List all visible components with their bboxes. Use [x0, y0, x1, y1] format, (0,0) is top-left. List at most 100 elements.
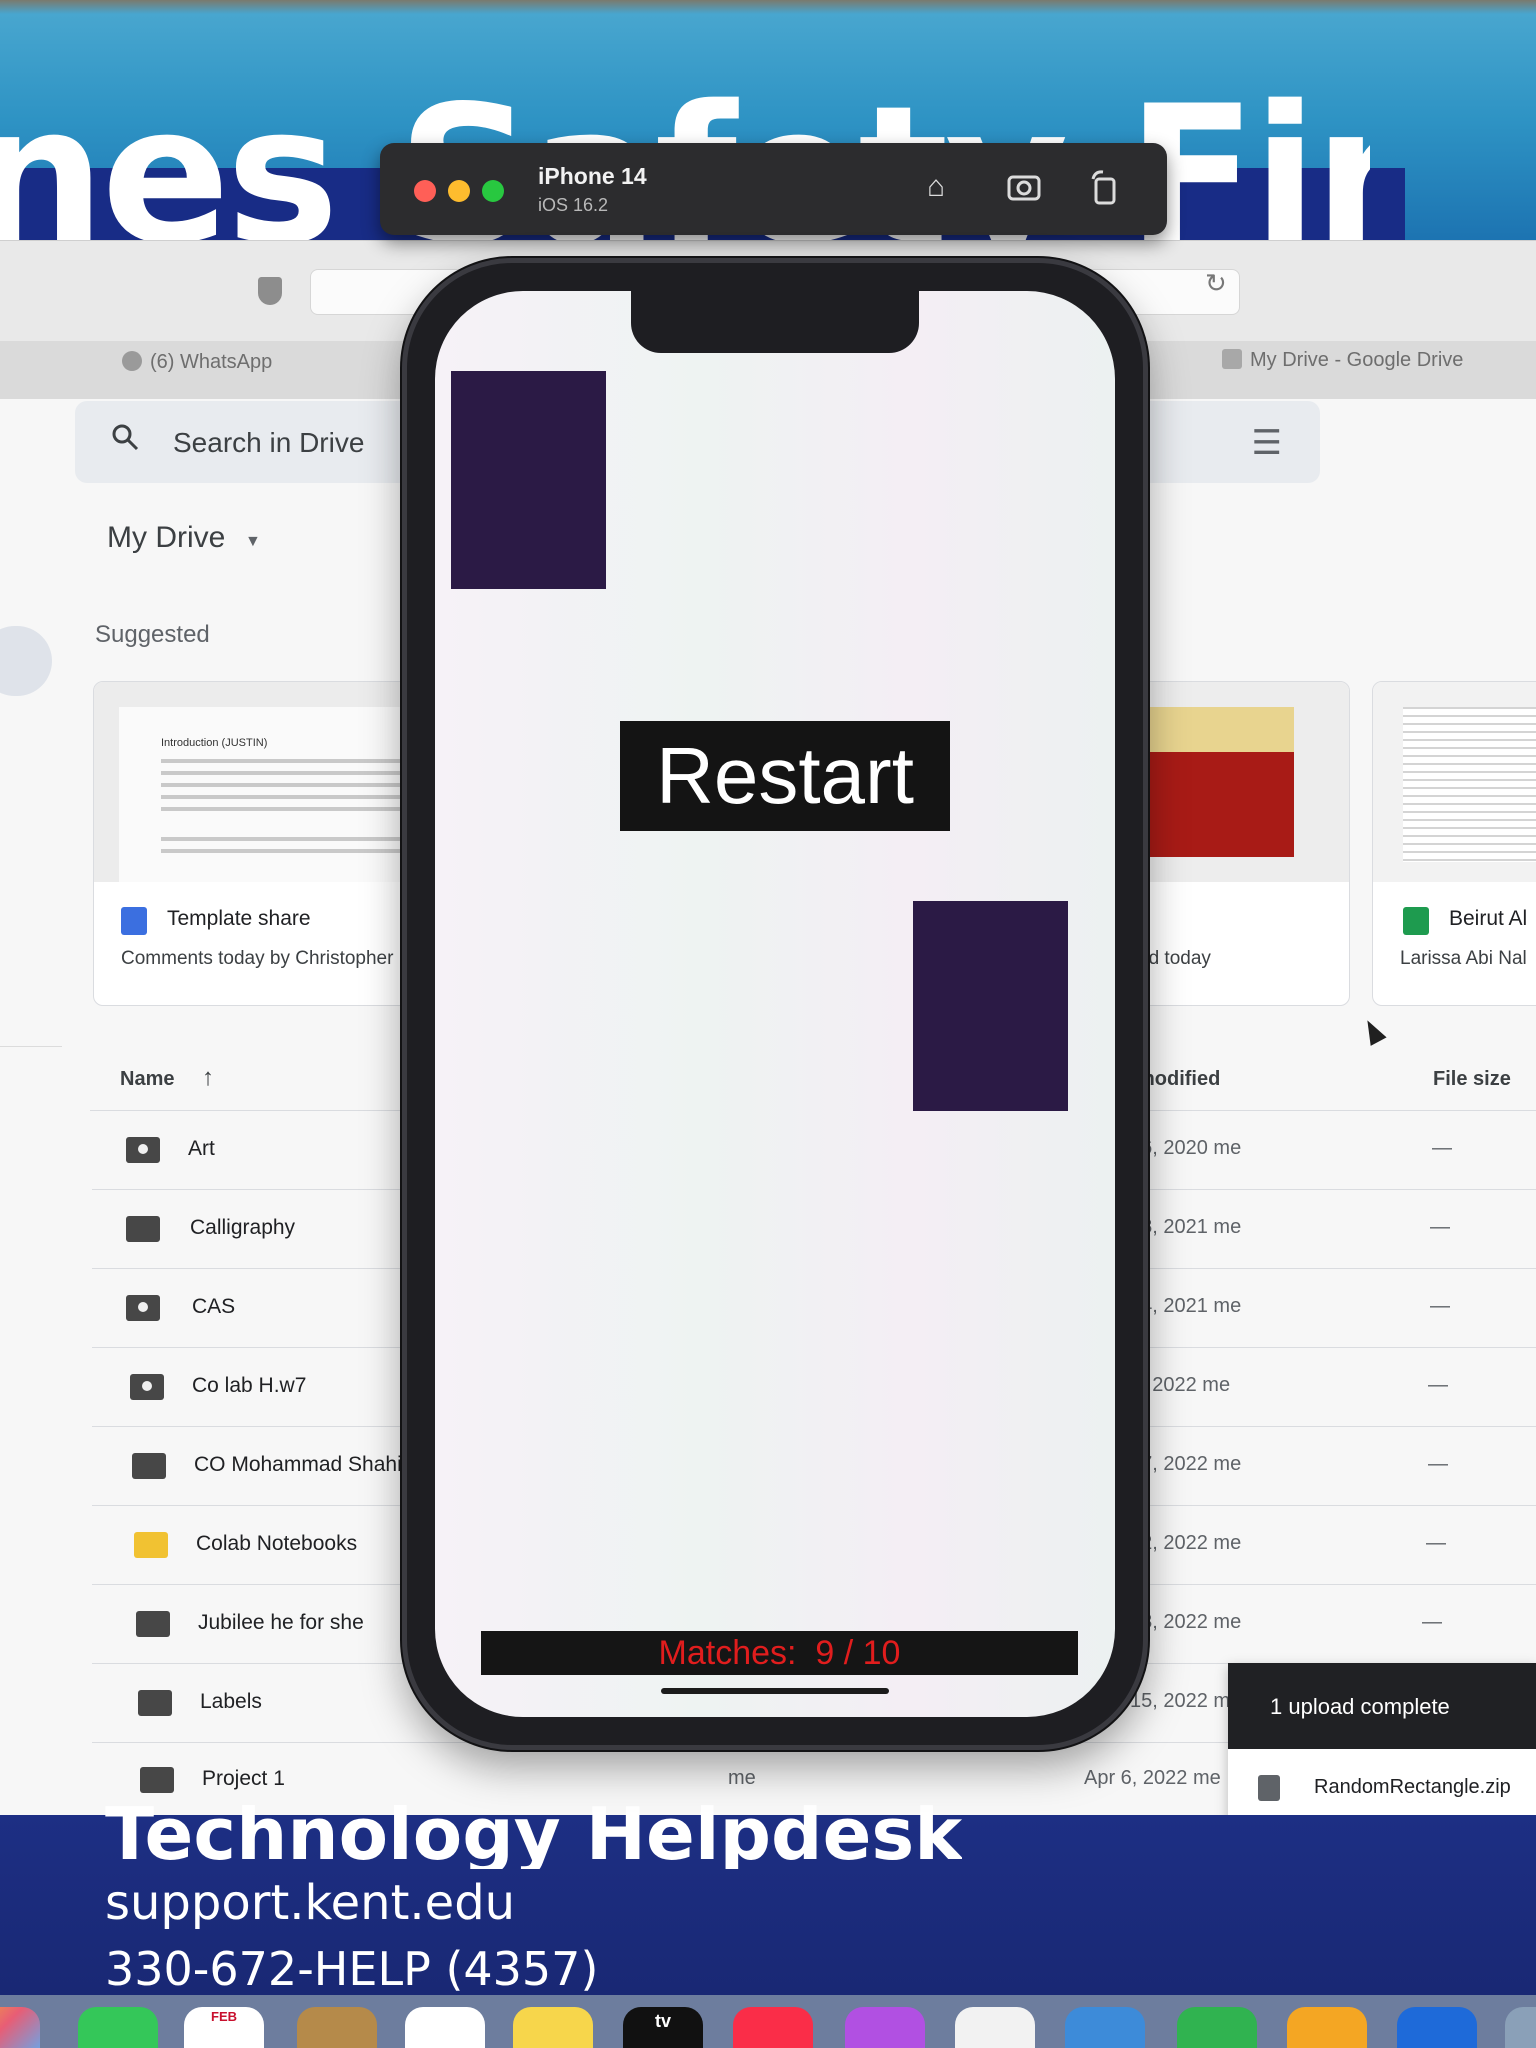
- helpdesk-url: support.kent.edu: [105, 1875, 516, 1931]
- suggested-card-title: Beirut Al: [1449, 907, 1528, 930]
- google-sheets-icon: [1403, 907, 1429, 935]
- simulator-title-bar: iPhone 14 iOS 16.2 ⌂: [380, 143, 1167, 235]
- notes-app-icon[interactable]: [513, 2007, 593, 2048]
- pages-app-icon[interactable]: [1287, 2007, 1367, 2048]
- suggested-card-subtitle: Comments today by Christopher: [121, 948, 394, 969]
- tab-label: (6) WhatsApp: [150, 351, 273, 373]
- mouse-cursor: [1359, 1016, 1387, 1046]
- restart-button[interactable]: Restart: [620, 721, 950, 831]
- folder-icon: [138, 1690, 172, 1716]
- shared-folder-icon: [126, 1137, 160, 1163]
- minimize-window-button[interactable]: [448, 180, 470, 202]
- column-file-size[interactable]: File size: [1433, 1068, 1511, 1091]
- music-app-icon[interactable]: [733, 2007, 813, 2048]
- numbers-app-icon[interactable]: [1177, 2007, 1257, 2048]
- upload-status-panel: 1 upload complete RandomRectangle.zip: [1228, 1663, 1536, 1831]
- zoom-window-button[interactable]: [482, 180, 504, 202]
- home-indicator[interactable]: [661, 1688, 889, 1694]
- photos-app-icon[interactable]: [0, 2007, 40, 2048]
- screenshot-icon[interactable]: [1004, 167, 1044, 207]
- search-options-icon[interactable]: ☰: [1252, 423, 1282, 463]
- matches-counter: Matches: 9 / 10: [658, 1634, 901, 1672]
- facetime-app-icon[interactable]: [78, 2007, 158, 2048]
- shared-folder-icon: [130, 1374, 164, 1400]
- file-size: —: [1430, 1216, 1450, 1238]
- suggested-card[interactable]: Beirut Al Larissa Abi Nal: [1372, 681, 1536, 1006]
- simulator-os-version: iOS 16.2: [538, 195, 609, 215]
- helpdesk-title: Technology Helpdesk: [105, 1805, 963, 1869]
- file-size: —: [1422, 1611, 1442, 1633]
- new-button[interactable]: [0, 626, 52, 696]
- file-name: Project 1: [202, 1767, 285, 1790]
- search-input[interactable]: Search in Drive: [173, 427, 364, 459]
- rotate-icon[interactable]: [1085, 167, 1125, 207]
- google-drive-icon: [1222, 349, 1242, 369]
- file-size: —: [1428, 1374, 1448, 1396]
- folder-icon: [136, 1611, 170, 1637]
- zip-file-icon: [1258, 1775, 1280, 1801]
- simulator-device-name: iPhone 14: [538, 163, 647, 189]
- column-modified[interactable]: modified: [1137, 1068, 1220, 1091]
- reload-icon[interactable]: ↻: [1205, 268, 1227, 299]
- file-size: —: [1428, 1453, 1448, 1475]
- suggested-card-subtitle: ed today: [1138, 948, 1211, 969]
- file-name: Labels: [200, 1690, 262, 1713]
- folder-icon: [134, 1532, 168, 1558]
- tab-whatsapp[interactable]: (6) WhatsApp: [122, 351, 272, 374]
- folder-icon: [140, 1767, 174, 1793]
- calendar-month: FEB: [211, 2009, 237, 2024]
- file-name: Art: [188, 1137, 215, 1160]
- helpdesk-phone: 330-672-HELP (4357): [105, 1942, 599, 1996]
- upload-status-title: 1 upload complete: [1270, 1694, 1450, 1719]
- keynote-app-icon[interactable]: [1065, 2007, 1145, 2048]
- suggested-card-subtitle: Larissa Abi Nal: [1400, 948, 1527, 969]
- reminders-app-icon[interactable]: [405, 2007, 485, 2048]
- game-rectangle[interactable]: [451, 371, 606, 589]
- my-drive-dropdown[interactable]: My Drive: [107, 521, 225, 555]
- file-name: Jubilee he for she: [198, 1611, 364, 1634]
- sort-arrow-up-icon[interactable]: ↑: [202, 1064, 214, 1092]
- iphone-frame: Restart Matches: 9 / 10: [402, 258, 1148, 1750]
- uploaded-file-name[interactable]: RandomRectangle.zip: [1314, 1776, 1511, 1799]
- search-icon: [112, 424, 139, 451]
- phone-notch: [631, 291, 919, 353]
- folder-icon: [126, 1216, 160, 1242]
- shield-icon[interactable]: [258, 277, 282, 305]
- tab-label: My Drive - Google Drive: [1250, 349, 1464, 371]
- file-name: Co lab H.w7: [192, 1374, 307, 1397]
- suggested-heading: Suggested: [95, 621, 210, 648]
- podcasts-app-icon[interactable]: [845, 2007, 925, 2048]
- dock-app-icon[interactable]: [1505, 2007, 1536, 2048]
- shared-folder-icon: [126, 1295, 160, 1321]
- caret-down-icon[interactable]: ▼: [245, 533, 261, 551]
- suggested-card-title: Template share: [167, 907, 311, 930]
- file-modified: Apr 6, 2022 me: [1084, 1767, 1221, 1789]
- xcode-app-icon[interactable]: [1397, 2007, 1477, 2048]
- matches-counter-bar: Matches: 9 / 10: [481, 1631, 1078, 1675]
- home-icon[interactable]: ⌂: [916, 167, 956, 207]
- file-name: CO Mohammad Shahin: [194, 1453, 414, 1476]
- camera-icon: [1007, 175, 1041, 201]
- calendar-app-icon[interactable]: FEB: [184, 2007, 264, 2048]
- file-name: Colab Notebooks: [196, 1532, 358, 1555]
- rotate-device-icon: [1091, 170, 1116, 205]
- folder-icon: [132, 1453, 166, 1479]
- file-name: CAS: [192, 1295, 236, 1318]
- app-screen[interactable]: Restart Matches: 9 / 10: [435, 291, 1115, 1717]
- column-name[interactable]: Name: [120, 1068, 174, 1091]
- news-app-icon[interactable]: [955, 2007, 1035, 2048]
- divider: [0, 1046, 62, 1047]
- file-size: —: [1432, 1137, 1452, 1159]
- game-rectangle[interactable]: [913, 901, 1068, 1111]
- file-size: —: [1430, 1295, 1450, 1317]
- tab-google-drive[interactable]: My Drive - Google Drive: [1222, 349, 1463, 372]
- file-owner: me: [728, 1767, 756, 1789]
- upload-panel-header: 1 upload complete: [1228, 1663, 1536, 1749]
- file-modified: 15, 2022 m: [1130, 1690, 1231, 1712]
- contacts-app-icon[interactable]: [297, 2007, 377, 2048]
- google-docs-icon: [121, 907, 147, 935]
- file-size: —: [1426, 1532, 1446, 1554]
- thumbnail-heading: Introduction (JUSTIN): [161, 737, 268, 749]
- tv-app-icon[interactable]: tv: [623, 2007, 703, 2048]
- close-window-button[interactable]: [414, 180, 436, 202]
